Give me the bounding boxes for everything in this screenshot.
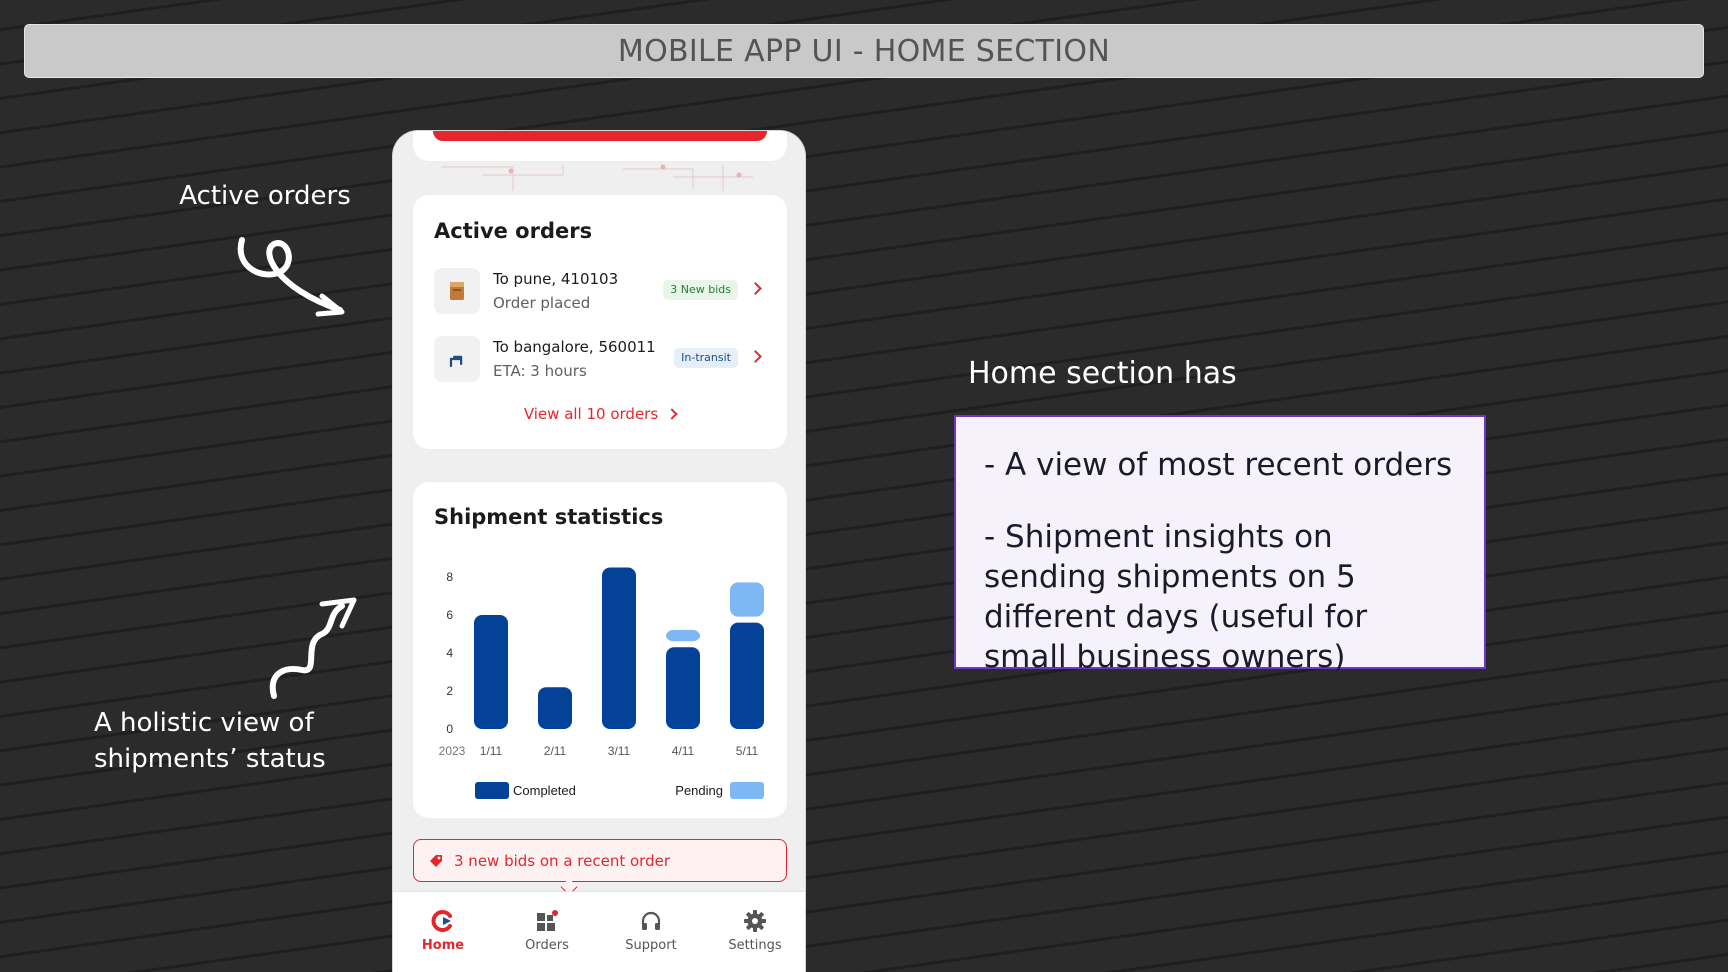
squiggle-arrow-icon [269, 597, 357, 699]
y-tick-label: 0 [446, 722, 453, 736]
nav-support-label: Support [625, 938, 677, 953]
home-section-info-box: - A view of most recent orders - Shipmen… [954, 415, 1486, 675]
chevron-right-icon[interactable] [749, 282, 762, 295]
annotation-line-1: A holistic view of [94, 708, 314, 738]
bar-completed [666, 647, 700, 729]
top-header-card [413, 131, 787, 161]
y-tick-label: 6 [446, 608, 453, 622]
legend-pending-label: Pending [675, 783, 723, 798]
order-status: ETA: 3 hours [493, 362, 587, 380]
order-status: Order placed [493, 294, 591, 312]
route-arrow-icon [434, 336, 480, 382]
home-logo-icon [403, 908, 483, 934]
route-pattern-decoration [441, 164, 753, 191]
order-row-pune[interactable]: To pune, 410103 Order placed 3 New bids [434, 268, 768, 316]
shipment-bar-chart: 0 2 4 6 8 2023 1/11 2/11 3/11 4/11 5/11 Completed Pe… [439, 567, 764, 799]
annotation-line-2: shipments’ status [94, 744, 326, 774]
view-all-orders-link[interactable]: View all 10 orders [413, 405, 787, 423]
shipment-statistics-card: Shipment statistics 0 2 4 6 8 2023 1/11 2/11 3/1… [413, 482, 787, 818]
bar-completed [538, 687, 572, 729]
nav-support[interactable]: Support [611, 908, 691, 953]
nav-settings-label: Settings [728, 938, 782, 953]
bar-completed [730, 622, 764, 729]
y-tick-label: 8 [446, 570, 453, 584]
nav-home-label: Home [421, 938, 465, 953]
bottom-navigation: Home Orders Support Settings [393, 891, 805, 972]
nav-orders-label: Orders [525, 938, 569, 953]
annotation-holistic-view: A holistic view of shipments’ status [94, 705, 394, 777]
new-bids-badge: 3 New bids [663, 280, 738, 300]
banner-title: MOBILE APP UI - HOME SECTION [617, 33, 1111, 69]
order-row-bangalore[interactable]: To bangalore, 560011 ETA: 3 hours In-tra… [434, 336, 768, 384]
annotation-active-orders: Active orders [179, 181, 351, 211]
home-section-heading: Home section has [968, 356, 1237, 391]
bar-pending [730, 582, 764, 617]
order-destination: To pune, 410103 [493, 270, 619, 288]
legend-pending-swatch [730, 782, 764, 799]
x-tick-label: 1/11 [480, 744, 503, 758]
page-banner: MOBILE APP UI - HOME SECTION [24, 24, 1704, 78]
x-tick-label: 2/11 [544, 744, 567, 758]
bar-completed [474, 615, 508, 729]
headphones-icon [611, 908, 691, 934]
active-orders-title: Active orders [434, 219, 593, 243]
y-tick-label: 2 [446, 684, 453, 698]
package-icon [434, 268, 480, 314]
nav-home[interactable]: Home [403, 908, 483, 953]
active-orders-card: Active orders To pune, 410103 Order plac… [413, 195, 787, 449]
info-point-2: - Shipment insights on sending shipments… [984, 519, 1368, 675]
x-tick-label: 5/11 [736, 744, 759, 758]
chevron-right-icon [666, 408, 678, 420]
chevron-right-icon[interactable] [749, 350, 762, 363]
view-all-label[interactable]: View all 10 orders [524, 405, 658, 423]
gear-icon [715, 908, 795, 934]
orders-grid-icon [507, 908, 587, 934]
phone-mockup: Active orders To pune, 410103 Order plac… [392, 130, 806, 972]
y-tick-label: 4 [446, 646, 453, 660]
in-transit-badge: In-transit [674, 348, 738, 368]
nav-settings[interactable]: Settings [715, 908, 795, 953]
legend-completed-label: Completed [513, 783, 576, 798]
bar-pending [666, 629, 700, 642]
tag-icon [430, 854, 442, 867]
x-axis-year-label: 2023 [439, 744, 466, 758]
order-destination: To bangalore, 560011 [493, 338, 656, 356]
nav-orders[interactable]: Orders [507, 908, 587, 953]
legend-completed-swatch [475, 782, 509, 799]
alert-text: 3 new bids on a recent order [454, 851, 670, 870]
x-tick-label: 4/11 [672, 744, 695, 758]
x-tick-label: 3/11 [608, 744, 631, 758]
new-bids-alert[interactable]: 3 new bids on a recent order [413, 839, 787, 896]
curly-arrow-icon [237, 237, 345, 317]
header-accent-bar [433, 131, 767, 141]
bar-completed [602, 567, 636, 729]
info-point-1: - A view of most recent orders [984, 447, 1453, 483]
